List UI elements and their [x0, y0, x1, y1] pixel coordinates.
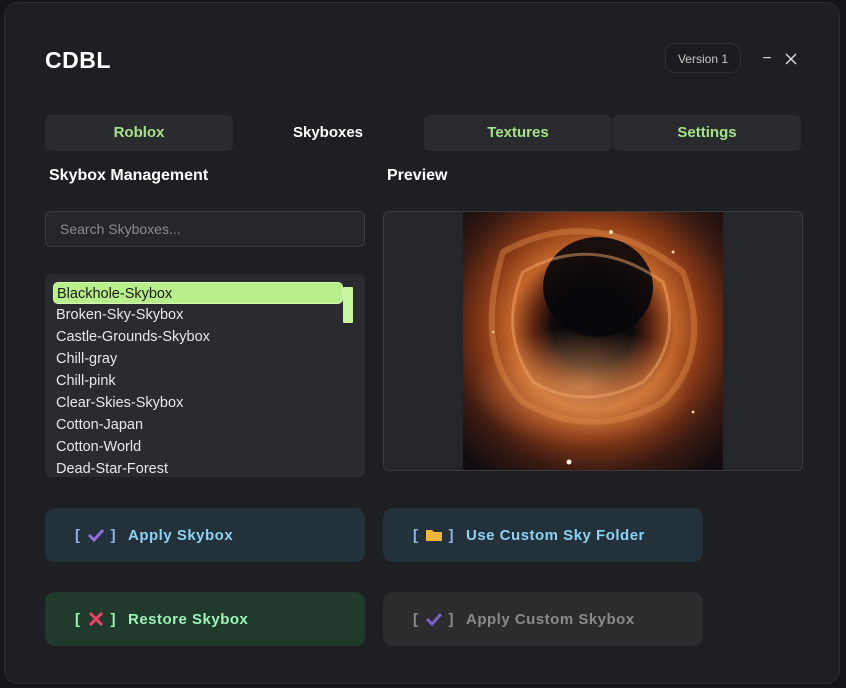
use-custom-sky-folder-button[interactable]: [ ] Use Custom Sky Folder [383, 508, 703, 562]
bracket-open: [ [75, 526, 81, 544]
preview-panel [383, 211, 803, 471]
bracket-close: ] [110, 526, 116, 544]
app-title: CDBL [45, 47, 111, 73]
list-item[interactable]: Chill-gray [53, 348, 343, 370]
bracket-open: [ [413, 610, 419, 628]
list-item[interactable]: Dead-Star-Forest [53, 458, 343, 477]
restore-skybox-button[interactable]: [ ] Restore Skybox [45, 592, 365, 646]
bracket-close: ] [110, 610, 116, 628]
apply-custom-skybox-button[interactable]: [ ] Apply Custom Skybox [383, 592, 703, 646]
list-item[interactable]: Cotton-World [53, 436, 343, 458]
list-item[interactable]: Broken-Sky-Skybox [53, 304, 343, 326]
bracket-open: [ [75, 610, 81, 628]
check-icon [87, 528, 104, 543]
close-icon [785, 53, 797, 65]
skybox-preview-image [463, 212, 723, 470]
list-item[interactable]: Clear-Skies-Skybox [53, 392, 343, 414]
restore-skybox-label: Restore Skybox [128, 610, 249, 628]
skybox-list[interactable]: Blackhole-Skybox Broken-Sky-Skybox Castle-… [45, 274, 365, 477]
bracket-close: ] [448, 526, 454, 544]
preview-heading: Preview [387, 167, 448, 184]
apply-skybox-label: Apply Skybox [128, 526, 234, 544]
search-input[interactable] [45, 211, 365, 247]
folder-icon [425, 530, 442, 541]
list-item[interactable]: Chill-pink [53, 370, 343, 392]
close-button[interactable] [781, 49, 801, 69]
tab-skyboxes[interactable]: Skyboxes [234, 115, 422, 151]
tab-roblox[interactable]: Roblox [45, 115, 233, 151]
app-window: CDBL Version 1 − Roblox Skyboxes Texture… [4, 2, 840, 684]
list-item[interactable]: Cotton-Japan [53, 414, 343, 436]
cross-icon [88, 611, 103, 627]
version-badge: Version 1 [665, 43, 741, 73]
apply-custom-skybox-label: Apply Custom Skybox [466, 610, 635, 628]
tab-textures[interactable]: Textures [424, 115, 612, 151]
list-item[interactable]: Blackhole-Skybox [53, 282, 343, 304]
tab-settings[interactable]: Settings [613, 115, 801, 151]
list-item[interactable]: Castle-Grounds-Skybox [53, 326, 343, 348]
check-icon [425, 612, 442, 627]
apply-skybox-button[interactable]: [ ] Apply Skybox [45, 508, 365, 562]
list-scrollbar[interactable] [343, 287, 353, 323]
use-custom-sky-folder-label: Use Custom Sky Folder [466, 526, 645, 544]
bracket-close: ] [448, 610, 454, 628]
bracket-open: [ [413, 526, 419, 544]
skybox-management-heading: Skybox Management [49, 167, 209, 184]
minimize-button[interactable]: − [757, 49, 777, 69]
